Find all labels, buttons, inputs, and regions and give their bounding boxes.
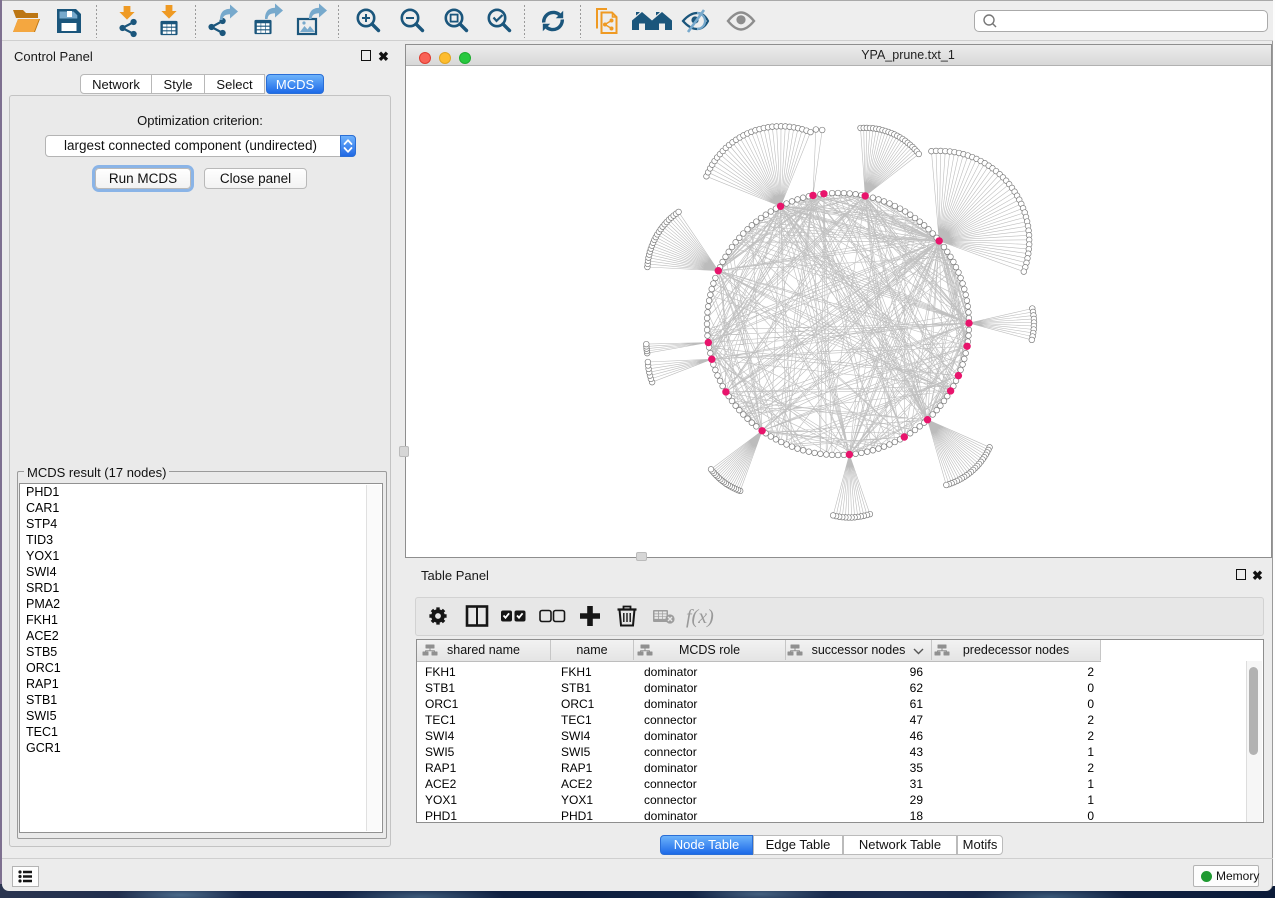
- svg-text:f(x): f(x): [686, 606, 714, 628]
